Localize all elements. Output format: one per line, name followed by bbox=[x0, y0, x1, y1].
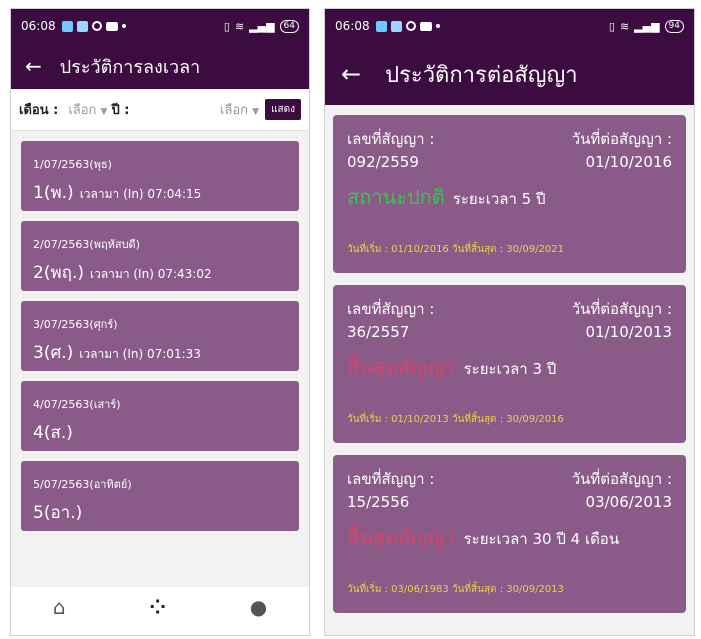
back-arrow-icon[interactable]: ← bbox=[341, 60, 361, 88]
item-date: 3/07/2563(ศุกร์) bbox=[33, 318, 118, 331]
contract-card[interactable]: เลขที่สัญญา : วันที่ต่อสัญญา : 36/2557 01/… bbox=[333, 285, 686, 443]
battery-icon: 64 bbox=[279, 19, 299, 33]
item-day: 2(พฤ.) bbox=[33, 263, 84, 283]
app-notification-icon bbox=[61, 20, 73, 32]
item-day: 4(ส.) bbox=[33, 423, 73, 443]
item-date: 1/07/2563(พุธ) bbox=[33, 158, 112, 171]
app-notification-icon bbox=[375, 20, 387, 32]
signal-icon: ▂▄▆ bbox=[249, 19, 275, 33]
list-item[interactable]: 2/07/2563(พฤหัสบดี) 2(พฤ.) เวลามา (In) 07… bbox=[21, 221, 299, 291]
contract-period: ระยะเวลา 5 ปี bbox=[452, 190, 546, 208]
notification-icons bbox=[61, 20, 126, 32]
attendance-list: 1/07/2563(พุธ) 1(พ.) เวลามา (In) 07:04:15… bbox=[11, 131, 309, 586]
contract-list: เลขที่สัญญา : วันที่ต่อสัญญา : 092/2559 01… bbox=[325, 105, 694, 635]
contract-period: ระยะเวลา 3 ปี bbox=[463, 360, 557, 378]
contract-status: สิ้นสุดสัญญา bbox=[347, 355, 456, 379]
contract-number: 092/2559 bbox=[347, 153, 419, 171]
sync-icon bbox=[91, 21, 102, 31]
signal-icon: ▂▄▆ bbox=[634, 19, 660, 33]
contract-period: ระยะเวลา 30 ปี 4 เดือน bbox=[463, 530, 620, 548]
bottom-nav: ⌂ ⁘ ● bbox=[11, 586, 309, 626]
vibrate-icon: ▯ bbox=[223, 19, 230, 33]
renew-date: 01/10/2013 bbox=[585, 323, 672, 341]
chevron-down-icon: ▼ bbox=[100, 107, 108, 117]
contract-range: วันที่เริ่ม : 01/10/2016 วันที่สิ้นสุด :… bbox=[347, 244, 564, 255]
contract-card[interactable]: เลขที่สัญญา : วันที่ต่อสัญญา : 092/2559 01… bbox=[333, 115, 686, 273]
contract-number-label: เลขที่สัญญา : bbox=[347, 300, 435, 318]
home-icon[interactable]: ⌂ bbox=[53, 595, 66, 619]
app-bar: ← ประวัติการลงเวลา bbox=[11, 43, 309, 89]
contract-number: 36/2557 bbox=[347, 323, 410, 341]
grid-icon[interactable]: ⁘ bbox=[149, 595, 166, 619]
item-date: 2/07/2563(พฤหัสบดี) bbox=[33, 238, 140, 251]
filter-bar: เดือน : เลือก ▼ ปี : เลือก ▼ แสดง bbox=[11, 89, 309, 131]
more-dot-icon bbox=[121, 24, 126, 28]
month-select[interactable]: เลือก ▼ bbox=[68, 99, 107, 120]
contract-number-label: เลขที่สัญญา : bbox=[347, 130, 435, 148]
item-day: 1(พ.) bbox=[33, 183, 74, 203]
system-icons: ▯ ≋ ▂▄▆ 94 bbox=[608, 19, 684, 33]
list-item[interactable]: 5/07/2563(อาทิตย์) 5(อา.) bbox=[21, 461, 299, 531]
contract-status: สิ้นสุดสัญญา bbox=[347, 525, 456, 549]
page-title: ประวัติการลงเวลา bbox=[59, 56, 201, 78]
item-date: 5/07/2563(อาทิตย์) bbox=[33, 478, 132, 491]
status-time: 06:08 bbox=[21, 19, 56, 33]
wifi-icon: ≋ bbox=[234, 19, 245, 33]
sync-icon bbox=[405, 21, 416, 31]
attendance-screen: 06:08 ▯ ≋ ▂▄▆ 64 ← ประวัติการลงเวลา เดือ… bbox=[10, 8, 310, 636]
notification-icons bbox=[375, 20, 440, 32]
person-icon[interactable]: ● bbox=[250, 595, 267, 619]
vibrate-icon: ▯ bbox=[608, 19, 615, 33]
app-bar: ← ประวัติการต่อสัญญา bbox=[325, 43, 694, 105]
status-time: 06:08 bbox=[335, 19, 370, 33]
battery-icon: 94 bbox=[664, 19, 684, 33]
renew-date-label: วันที่ต่อสัญญา : bbox=[571, 300, 672, 318]
system-nav: ≡ □ ◁ bbox=[11, 626, 309, 635]
contract-number: 15/2556 bbox=[347, 493, 410, 511]
page-title: ประวัติการต่อสัญญา bbox=[385, 62, 578, 88]
month-select-value: เลือก bbox=[68, 103, 97, 118]
media-icon bbox=[105, 21, 118, 31]
contract-history-screen: 06:08 ▯ ≋ ▂▄▆ 94 ← ประวัติการต่อสัญญา เล… bbox=[324, 8, 695, 636]
media-icon bbox=[419, 21, 432, 31]
contract-range: วันที่เริ่ม : 01/10/2013 วันที่สิ้นสุด :… bbox=[347, 414, 564, 425]
list-item[interactable]: 3/07/2563(ศุกร์) 3(ศ.) เวลามา (In) 07:01:… bbox=[21, 301, 299, 371]
show-button[interactable]: แสดง bbox=[265, 99, 301, 120]
item-day: 5(อา.) bbox=[33, 503, 83, 523]
list-item[interactable]: 1/07/2563(พุธ) 1(พ.) เวลามา (In) 07:04:15 bbox=[21, 141, 299, 211]
year-select[interactable]: เลือก ▼ bbox=[220, 99, 259, 120]
system-icons: ▯ ≋ ▂▄▆ 64 bbox=[223, 19, 299, 33]
contract-status: สถานะปกติ bbox=[347, 185, 445, 209]
chevron-down-icon: ▼ bbox=[252, 107, 260, 117]
contract-card[interactable]: เลขที่สัญญา : วันที่ต่อสัญญา : 15/2556 03/… bbox=[333, 455, 686, 613]
wifi-icon: ≋ bbox=[619, 19, 630, 33]
item-time: เวลามา (In) 07:01:33 bbox=[79, 347, 201, 361]
app-notification-icon bbox=[390, 20, 402, 32]
year-label: ปี : bbox=[111, 103, 130, 118]
contract-number-label: เลขที่สัญญา : bbox=[347, 470, 435, 488]
back-arrow-icon[interactable]: ← bbox=[25, 54, 42, 78]
renew-date-label: วันที่ต่อสัญญา : bbox=[571, 470, 672, 488]
renew-date: 03/06/2013 bbox=[585, 493, 672, 511]
item-time: เวลามา (In) 07:04:15 bbox=[79, 187, 202, 201]
item-day: 3(ศ.) bbox=[33, 343, 74, 363]
item-date: 4/07/2563(เสาร์) bbox=[33, 398, 121, 411]
renew-date-label: วันที่ต่อสัญญา : bbox=[571, 130, 672, 148]
app-notification-icon bbox=[76, 20, 88, 32]
contract-range: วันที่เริ่ม : 03/06/1983 วันที่สิ้นสุด :… bbox=[347, 584, 564, 595]
more-dot-icon bbox=[435, 24, 440, 28]
renew-date: 01/10/2016 bbox=[585, 153, 672, 171]
item-time: เวลามา (In) 07:43:02 bbox=[89, 267, 212, 281]
status-bar: 06:08 ▯ ≋ ▂▄▆ 94 bbox=[325, 9, 694, 43]
month-label: เดือน : bbox=[19, 103, 59, 118]
year-select-value: เลือก bbox=[219, 103, 248, 118]
list-item[interactable]: 4/07/2563(เสาร์) 4(ส.) bbox=[21, 381, 299, 451]
status-bar: 06:08 ▯ ≋ ▂▄▆ 64 bbox=[11, 9, 309, 43]
